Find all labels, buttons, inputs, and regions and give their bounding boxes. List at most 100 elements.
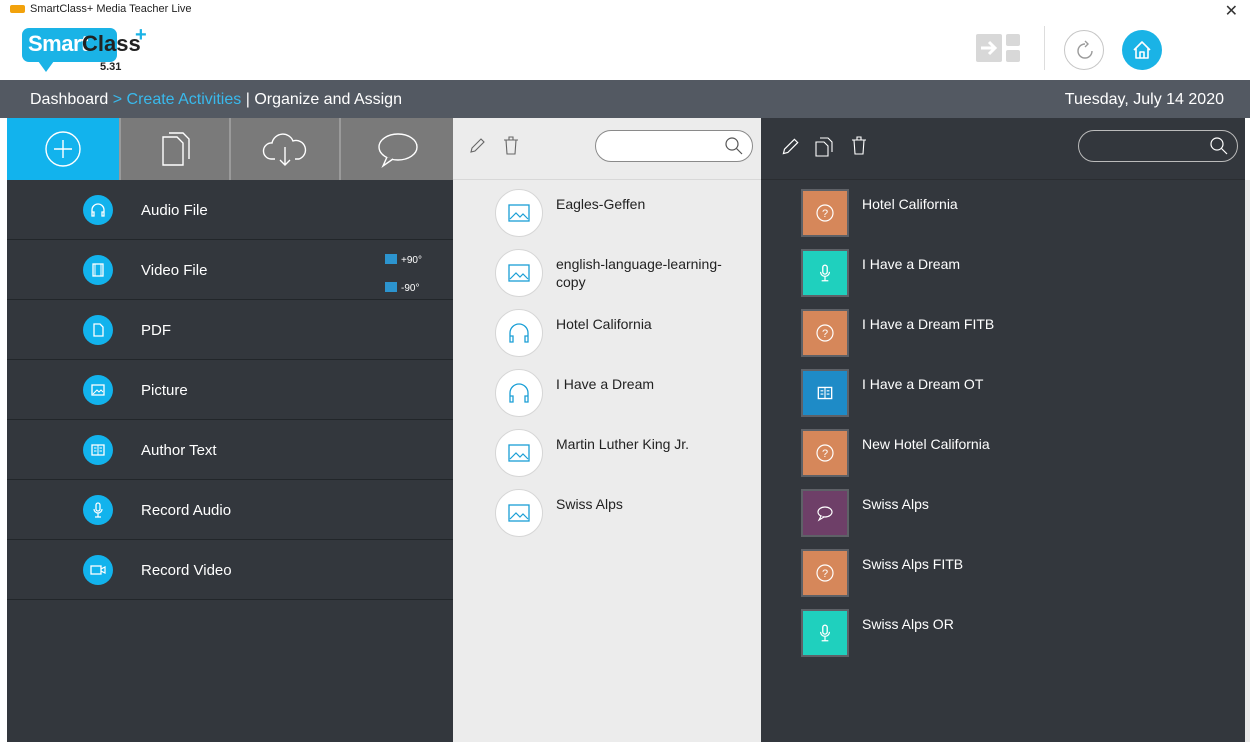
activity-name: Swiss Alps	[862, 496, 929, 512]
menu-item-label: Author Text	[141, 442, 217, 459]
activity-item[interactable]: Swiss Alps OR	[761, 600, 1245, 660]
trash-icon[interactable]	[849, 135, 869, 157]
picture-icon	[495, 249, 543, 297]
media-item-name: Swiss Alps	[556, 496, 623, 512]
tab-discussion[interactable]	[341, 118, 453, 180]
media-item-name: Martin Luther King Jr.	[556, 436, 690, 452]
media-item-name: english-language-learning-copy	[556, 256, 722, 290]
create-tabs	[7, 118, 453, 180]
rotate-plus-90[interactable]: +90°	[385, 254, 422, 266]
media-item[interactable]: Hotel California	[453, 300, 761, 360]
media-item[interactable]: Swiss Alps	[453, 480, 761, 540]
tab-documents[interactable]	[121, 118, 229, 180]
edit-icon[interactable]	[467, 136, 487, 156]
activity-item[interactable]: ? Swiss Alps FITB	[761, 540, 1245, 600]
svg-text:?: ?	[822, 448, 828, 460]
activity-name: Swiss Alps OR	[862, 616, 954, 632]
svg-text:?: ?	[822, 328, 828, 340]
menu-item-audio-file[interactable]: Audio File	[7, 180, 453, 240]
picture-icon	[495, 489, 543, 537]
menu-item-record-video[interactable]: Record Video	[7, 540, 453, 600]
search-icon[interactable]	[1209, 136, 1229, 156]
activity-item[interactable]: ? New Hotel California	[761, 420, 1245, 480]
current-date: Tuesday, July 14 2020	[1064, 91, 1224, 108]
chat-bubble-icon	[801, 489, 849, 537]
tab-cloud-import[interactable]	[231, 118, 339, 180]
media-item[interactable]: english-language-learning-copy	[453, 240, 761, 300]
scrollbar[interactable]	[1245, 180, 1250, 742]
media-search[interactable]	[595, 130, 753, 162]
tab-create[interactable]	[7, 118, 119, 180]
activities-search[interactable]	[1078, 130, 1238, 162]
add-icon	[45, 131, 81, 167]
menu-item-author-text[interactable]: Author Text	[7, 420, 453, 480]
switch-view-icon[interactable]	[976, 32, 1020, 64]
rotate-minus-label: -90°	[401, 283, 420, 294]
crumb-pipe: |	[245, 91, 250, 108]
microphone-icon	[801, 249, 849, 297]
headphones-icon	[495, 369, 543, 417]
trash-icon[interactable]	[501, 135, 521, 157]
edit-icon[interactable]	[779, 136, 801, 158]
app-header: Smart Class + 5.31	[0, 18, 1250, 80]
media-item[interactable]: I Have a Dream	[453, 360, 761, 420]
logo-plus: +	[135, 24, 147, 46]
book-icon	[83, 435, 113, 465]
app-version: 5.31	[100, 61, 122, 73]
activity-name: I Have a Dream	[862, 256, 961, 272]
menu-item-label: PDF	[141, 322, 171, 339]
refresh-button[interactable]	[1064, 30, 1104, 70]
activity-name: New Hotel California	[862, 436, 990, 452]
home-icon	[1133, 41, 1151, 59]
question-icon: ?	[801, 429, 849, 477]
window-title: SmartClass+ Media Teacher Live	[30, 3, 192, 15]
activities-panel: ? Hotel California I Have a Dream ? I Ha…	[761, 118, 1245, 742]
activity-item[interactable]: ? I Have a Dream FITB	[761, 300, 1245, 360]
question-icon: ?	[801, 549, 849, 597]
book-icon	[801, 369, 849, 417]
media-toolbar	[453, 118, 761, 180]
microphone-icon	[801, 609, 849, 657]
media-search-input[interactable]	[606, 137, 716, 155]
documents-icon	[162, 132, 190, 166]
media-item[interactable]: Eagles-Geffen	[453, 180, 761, 240]
activities-search-input[interactable]	[1089, 137, 1199, 155]
app-icon	[10, 5, 25, 13]
crumb-separator: >	[112, 91, 123, 108]
menu-item-label: Record Video	[141, 562, 232, 579]
crumb-organize-assign[interactable]: Organize and Assign	[254, 91, 402, 108]
activities-toolbar	[761, 118, 1245, 180]
breadcrumb-bar: Dashboard > Create Activities | Organize…	[0, 80, 1250, 118]
activity-item[interactable]: ? Hotel California	[761, 180, 1245, 240]
activity-name: I Have a Dream OT	[862, 376, 984, 392]
chat-bubble-icon	[378, 133, 418, 169]
activity-name: Hotel California	[862, 196, 958, 212]
media-item-name: Hotel California	[556, 316, 652, 332]
media-item[interactable]: Martin Luther King Jr.	[453, 420, 761, 480]
menu-item-picture[interactable]: Picture	[7, 360, 453, 420]
copy-icon[interactable]	[813, 136, 835, 158]
smartclass-logo: Smart Class + 5.31	[22, 24, 152, 80]
menu-item-pdf[interactable]: PDF	[7, 300, 453, 360]
rotate-minus-90[interactable]: -90°	[385, 282, 419, 294]
activity-item[interactable]: I Have a Dream OT	[761, 360, 1245, 420]
picture-icon	[83, 375, 113, 405]
menu-item-label: Picture	[141, 382, 188, 399]
activity-item[interactable]: I Have a Dream	[761, 240, 1245, 300]
menu-item-label: Video File	[141, 262, 208, 279]
crumb-dashboard[interactable]: Dashboard	[30, 91, 108, 108]
menu-item-record-audio[interactable]: Record Audio	[7, 480, 453, 540]
media-panel: Eagles-Geffen english-language-learning-…	[453, 118, 761, 742]
search-icon[interactable]	[724, 136, 744, 156]
home-button[interactable]	[1122, 30, 1162, 70]
crumb-create-activities[interactable]: Create Activities	[127, 91, 242, 108]
video-camera-icon	[83, 555, 113, 585]
film-icon	[83, 255, 113, 285]
headphones-icon	[495, 309, 543, 357]
activity-item[interactable]: Swiss Alps	[761, 480, 1245, 540]
menu-item-label: Audio File	[141, 202, 208, 219]
rotate-plus-label: +90°	[401, 255, 422, 266]
refresh-icon	[1077, 40, 1093, 59]
header-divider	[1044, 26, 1045, 70]
menu-item-video-file[interactable]: Video File +90° -90°	[7, 240, 453, 300]
